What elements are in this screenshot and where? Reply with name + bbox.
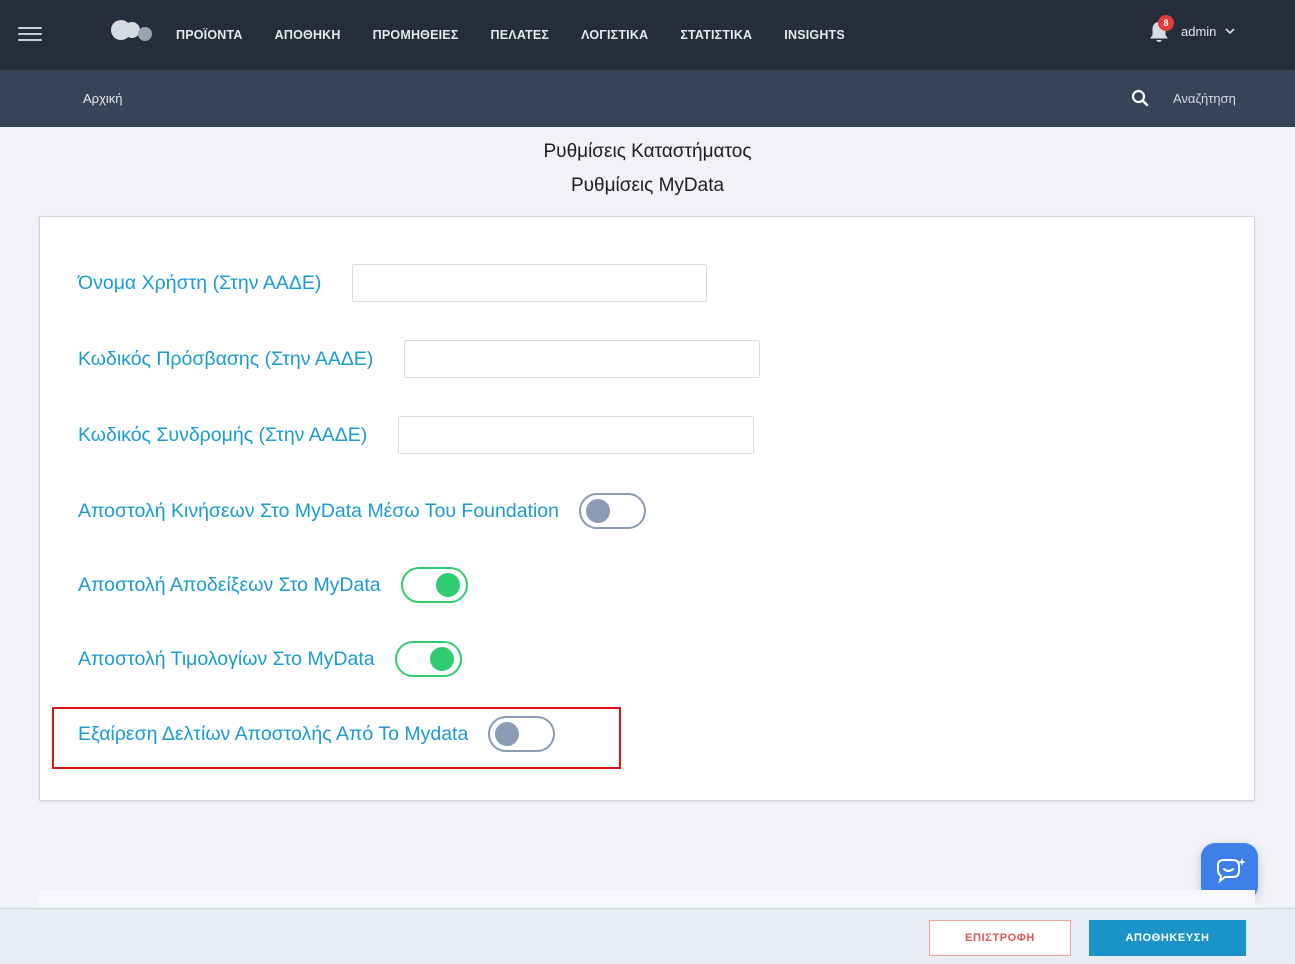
breadcrumb-bar: Αρχική Αναζήτηση [0, 70, 1295, 127]
search-icon[interactable] [1131, 89, 1149, 107]
toggle-row-delivery-notes: Εξαίρεση Δελτίων Αποστολής Από Το Mydata [78, 716, 556, 752]
nav-item-supplies[interactable]: ΠΡΟΜΗΘΕΙΕΣ [373, 28, 459, 42]
toggle-label-delivery-notes: Εξαίρεση Δελτίων Αποστολής Από Το Mydata [78, 722, 469, 745]
subscription-input[interactable] [398, 416, 755, 454]
nav-item-accounting[interactable]: ΛΟΓΙΣΤΙΚΑ [581, 28, 648, 42]
page-title: Ρυθμίσεις Καταστήματος [543, 141, 752, 162]
username-label: Όνομα Χρήστη (Στην ΑΑΔΕ) [78, 271, 322, 294]
password-row: Κωδικός Πρόσβασης (Στην ΑΑΔΕ) [78, 340, 761, 378]
toggle-receipts[interactable] [400, 567, 468, 603]
toggle-knob [495, 722, 520, 746]
toggle-row-foundation: Αποστολή Κινήσεων Στο MyData Μέσω Του Fo… [78, 493, 646, 529]
footer-bar: ΕΠΙΣΤΡΟΦΗ ΑΠΟΘΗΚΕΥΣΗ [0, 908, 1295, 964]
top-navbar: ΠΡΟΪΟΝΤΑ ΑΠΟΘΗΚΗ ΠΡΟΜΗΘΕΙΕΣ ΠΕΛΑΤΕΣ ΛΟΓΙ… [0, 0, 1295, 70]
hamburger-icon[interactable] [18, 27, 42, 41]
notification-badge: 8 [1158, 15, 1174, 31]
main-nav: ΠΡΟΪΟΝΤΑ ΑΠΟΘΗΚΗ ΠΡΟΜΗΘΕΙΕΣ ΠΕΛΑΤΕΣ ΛΟΓΙ… [176, 0, 877, 70]
subscription-row: Κωδικός Συνδρομής (Στην ΑΑΔΕ) [78, 416, 755, 454]
toggle-row-receipts: Αποστολή Αποδείξεων Στο MyData [78, 567, 468, 603]
page-subtitle: Ρυθμίσεις MyData [570, 175, 725, 196]
user-menu[interactable]: admin [1181, 24, 1235, 39]
user-name: admin [1181, 24, 1217, 39]
search-label[interactable]: Αναζήτηση [1173, 91, 1236, 106]
toggle-label-foundation: Αποστολή Κινήσεων Στο MyData Μέσω Του Fo… [78, 499, 559, 522]
toggle-label-invoices: Αποστολή Τιμολογίων Στο MyData [78, 647, 375, 670]
username-row: Όνομα Χρήστη (Στην ΑΑΔΕ) [78, 264, 708, 302]
toggle-row-invoices: Αποστολή Τιμολογίων Στο MyData [78, 641, 462, 677]
subscription-label: Κωδικός Συνδρομής (Στην ΑΑΔΕ) [78, 423, 368, 446]
toggle-knob [429, 647, 454, 671]
password-input[interactable] [404, 340, 761, 378]
nav-item-warehouse[interactable]: ΑΠΟΘΗΚΗ [275, 28, 341, 42]
nav-item-insights[interactable]: INSIGHTS [784, 28, 845, 42]
toggle-knob [435, 573, 460, 597]
toggle-foundation[interactable] [578, 493, 646, 529]
back-button[interactable]: ΕΠΙΣΤΡΟΦΗ [929, 920, 1071, 956]
chevron-down-icon [1225, 28, 1235, 35]
toggle-delivery-notes[interactable] [488, 716, 556, 752]
username-input[interactable] [352, 264, 708, 302]
chat-icon [1216, 857, 1246, 883]
nav-item-statistics[interactable]: ΣΤΑΤΙΣΤΙΚΑ [680, 28, 752, 42]
nav-item-products[interactable]: ΠΡΟΪΟΝΤΑ [176, 28, 243, 42]
toggle-label-receipts: Αποστολή Αποδείξεων Στο MyData [78, 573, 381, 596]
save-button[interactable]: ΑΠΟΘΗΚΕΥΣΗ [1089, 920, 1246, 956]
toggle-knob [585, 499, 610, 523]
nav-item-customers[interactable]: ΠΕΛΑΤΕΣ [491, 28, 550, 42]
footer-strip [39, 890, 1255, 908]
breadcrumb-home[interactable]: Αρχική [83, 91, 123, 106]
toggle-invoices[interactable] [394, 641, 462, 677]
logo-icon[interactable] [110, 18, 154, 44]
password-label: Κωδικός Πρόσβασης (Στην ΑΑΔΕ) [78, 347, 374, 370]
